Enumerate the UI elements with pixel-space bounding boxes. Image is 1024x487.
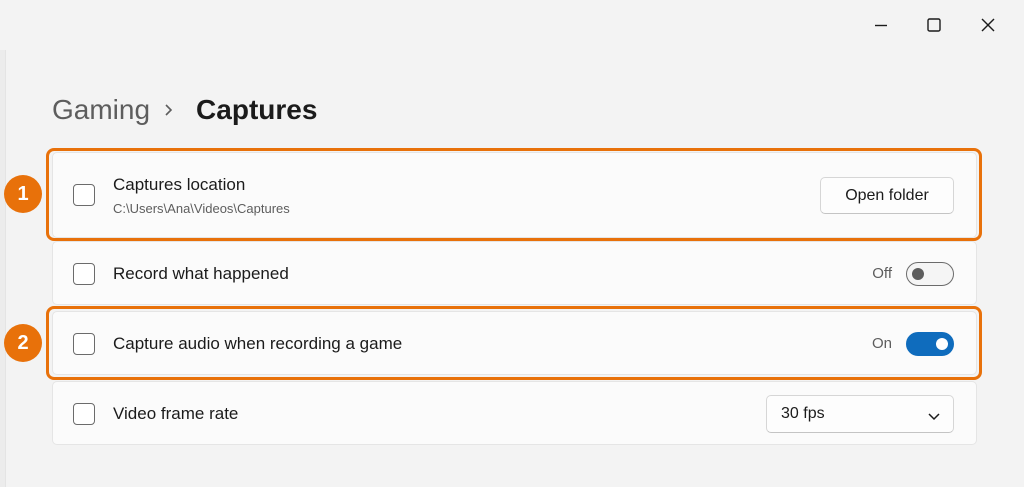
toggle-knob	[936, 338, 948, 350]
open-folder-button[interactable]: Open folder	[820, 177, 954, 214]
chevron-right-icon	[164, 103, 174, 117]
breadcrumb-gaming[interactable]: Gaming	[52, 94, 150, 126]
callout-badge-2: 2	[4, 324, 42, 362]
video-frame-rate-value: 30 fps	[781, 405, 825, 422]
navigation-pane-edge	[0, 50, 6, 487]
video-frame-rate-checkbox[interactable]	[73, 403, 95, 425]
settings-window: Gaming Captures Captures location C:\Use…	[0, 0, 1024, 487]
setting-record-what-happened: Record what happened Off	[52, 241, 977, 305]
setting-capture-audio: Capture audio when recording a game On	[52, 311, 977, 375]
breadcrumb: Gaming Captures	[52, 90, 317, 130]
callout-badge-1: 1	[4, 175, 42, 213]
setting-video-frame-rate: Video frame rate 30 fps	[52, 381, 977, 445]
maximize-icon	[927, 18, 941, 32]
video-frame-rate-dropdown[interactable]: 30 fps	[766, 395, 954, 433]
capture-audio-state: On	[871, 335, 892, 352]
video-frame-rate-title: Video frame rate	[113, 404, 239, 423]
captures-location-checkbox[interactable]	[73, 184, 95, 206]
captures-location-path: C:\Users\Ana\Videos\Captures	[113, 201, 290, 216]
close-button[interactable]	[970, 10, 1006, 40]
minimize-icon	[875, 24, 887, 27]
chevron-down-icon	[927, 409, 941, 427]
minimize-button[interactable]	[863, 10, 899, 40]
record-what-happened-checkbox[interactable]	[73, 263, 95, 285]
close-icon	[981, 18, 995, 32]
record-what-happened-title: Record what happened	[113, 264, 289, 283]
capture-audio-checkbox[interactable]	[73, 333, 95, 355]
toggle-knob	[912, 268, 924, 280]
record-what-happened-state: Off	[872, 265, 892, 282]
captures-location-title: Captures location	[113, 175, 246, 194]
setting-captures-location: Captures location C:\Users\Ana\Videos\Ca…	[52, 152, 977, 238]
capture-audio-toggle[interactable]	[906, 332, 954, 356]
page-title: Captures	[196, 94, 318, 125]
record-what-happened-toggle[interactable]	[906, 262, 954, 286]
capture-audio-title: Capture audio when recording a game	[113, 334, 403, 353]
maximize-button[interactable]	[916, 10, 952, 40]
